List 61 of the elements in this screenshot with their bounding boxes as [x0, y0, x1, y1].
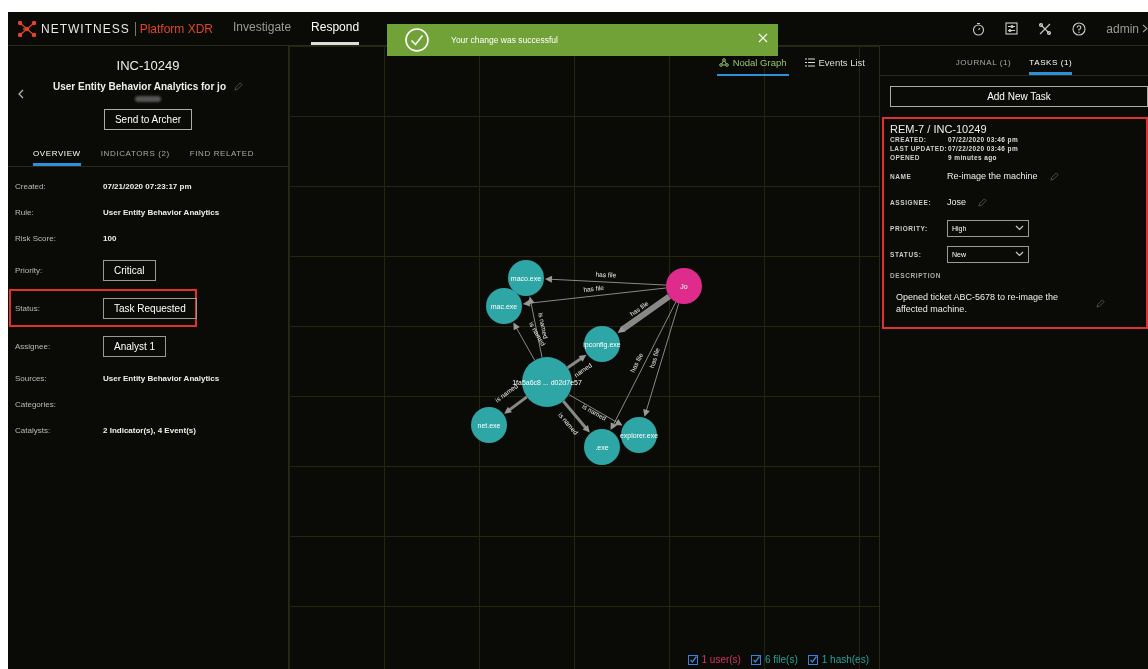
list-icon [804, 57, 815, 67]
panel-tab[interactable]: INDICATORS (2) [100, 145, 170, 166]
field-label: Risk Score: [15, 233, 57, 243]
task-field-value: Jose [947, 197, 966, 207]
nav-tab[interactable]: Investigate [233, 12, 292, 45]
task-description: Opened ticket ABC-5678 to re-image the affected machine. [896, 291, 1060, 315]
field-label: Sources: [15, 373, 48, 383]
field-value-button[interactable]: Critical [103, 259, 156, 281]
panel-tab[interactable]: FIND RELATED [189, 145, 255, 166]
field-label: Assignee: [15, 341, 52, 351]
check-circle-icon [405, 28, 429, 52]
network-logo-icon [18, 20, 36, 37]
view-tab[interactable]: Events List [802, 54, 867, 76]
brand-name: NETWITNESS [41, 21, 130, 36]
graph-node[interactable] [486, 288, 522, 324]
field-label: Categories: [15, 399, 57, 409]
product-name: Platform XDR [134, 21, 214, 36]
legend-label: 1 user(s) [701, 654, 741, 665]
checkbox[interactable] [750, 654, 761, 665]
blurred-text [135, 96, 161, 102]
toast-message: Your change was successful [451, 35, 558, 45]
graph-node[interactable] [471, 407, 507, 443]
task-field-value: Re-image the machine [947, 171, 1038, 181]
field-value: 100 [103, 233, 117, 243]
field-value-button[interactable]: Analyst 1 [103, 335, 167, 357]
incident-id: INC-10249 [116, 58, 180, 73]
sliders-panel-icon[interactable] [1005, 22, 1019, 35]
field-label: Created: [15, 181, 47, 191]
chevron-down-icon [1015, 251, 1024, 257]
panel-tab[interactable]: OVERVIEW [33, 145, 81, 166]
incident-title: User Entity Behavior Analytics for jo [53, 81, 226, 92]
field-value-button[interactable]: Task Requested [103, 297, 197, 319]
checkbox[interactable] [807, 654, 818, 665]
graph-node[interactable] [666, 268, 702, 304]
chevron-right-icon[interactable] [1142, 24, 1148, 33]
panel-tab[interactable]: JOURNAL (1) [955, 54, 1012, 75]
field-label: Rule: [15, 207, 35, 217]
checkbox[interactable] [687, 654, 698, 665]
field-value: User Entity Behavior Analytics [103, 373, 220, 383]
graph-icon [718, 57, 729, 67]
task-title: REM-7 / INC-10249 [890, 123, 988, 135]
legend-label: 1 hash(es) [821, 654, 869, 665]
close-button[interactable] [758, 33, 768, 43]
add-new-task-button[interactable]: Add New Task [890, 86, 1148, 107]
nav-tab[interactable]: Respond [311, 12, 360, 45]
stopwatch-icon[interactable] [972, 21, 986, 36]
graph-node[interactable] [584, 429, 620, 465]
field-label: Status: [15, 303, 41, 313]
help-icon[interactable] [1072, 21, 1087, 36]
field-value: 07/21/2020 07:23:17 pm [103, 181, 192, 191]
user-name[interactable]: admin [1106, 21, 1139, 36]
field-value: 2 Indicator(s), 4 Event(s) [103, 425, 196, 435]
chevron-down-icon [1015, 225, 1024, 231]
field-label: Priority: [15, 265, 44, 275]
send-to-archer-button[interactable]: Send to Archer [103, 109, 193, 130]
field-value: User Entity Behavior Analytics [103, 207, 220, 217]
legend-label: 6 file(s) [764, 654, 798, 665]
panel-tab[interactable]: TASKS (1) [1029, 54, 1073, 75]
graph-node[interactable] [508, 260, 544, 296]
field-label: Catalysts: [15, 425, 52, 435]
tools-icon[interactable] [1038, 21, 1053, 36]
